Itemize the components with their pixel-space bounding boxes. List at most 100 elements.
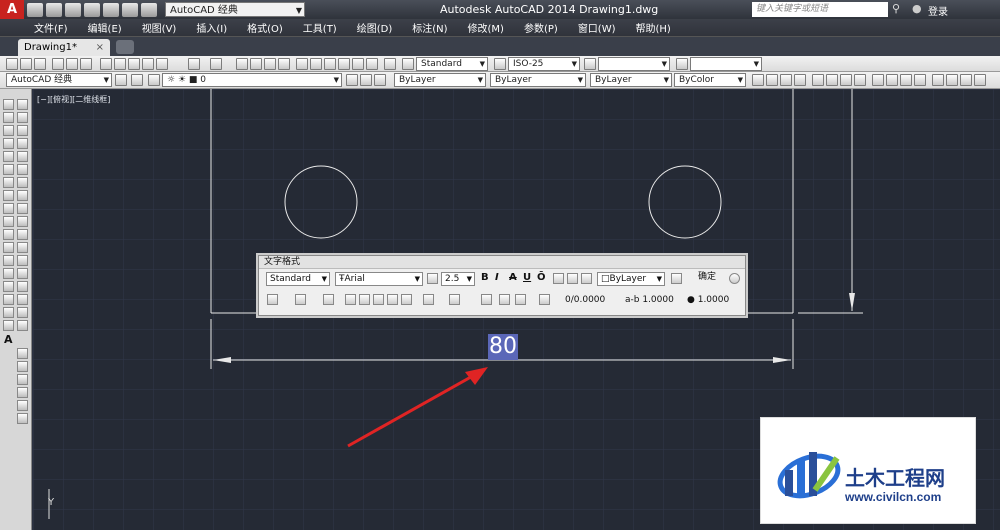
menu-window[interactable]: 窗口(W)	[578, 20, 616, 35]
stretch-icon[interactable]	[17, 203, 28, 214]
center-mark-icon[interactable]	[946, 74, 958, 86]
join-icon[interactable]	[17, 268, 28, 279]
dimension-text-editing[interactable]: 80	[488, 334, 518, 360]
menu-dimension[interactable]: 标注(N)	[412, 20, 447, 35]
rectangle-icon[interactable]	[3, 151, 14, 162]
layer-manager-icon[interactable]	[148, 74, 160, 86]
distribute-icon[interactable]	[401, 294, 412, 305]
hatch-icon[interactable]	[3, 281, 14, 292]
ok-button[interactable]: 确定	[693, 271, 721, 284]
markup-icon[interactable]	[352, 58, 364, 70]
strikethrough-button[interactable]: A	[509, 272, 517, 283]
undo-icon[interactable]	[122, 2, 138, 17]
zoom-window-icon[interactable]	[264, 58, 276, 70]
mirror-icon[interactable]	[17, 125, 28, 136]
draworder-under-icon[interactable]	[17, 400, 28, 411]
mleader-style-select[interactable]: ▼	[690, 57, 762, 71]
symbol-icon[interactable]	[539, 294, 550, 305]
width-factor-field[interactable]: ● 1.0000	[687, 294, 729, 307]
quickcalc-icon[interactable]	[366, 58, 378, 70]
tolerance-icon[interactable]	[932, 74, 944, 86]
undo-text-icon[interactable]	[553, 273, 564, 284]
ruler-icon[interactable]	[671, 273, 682, 284]
align-right-icon[interactable]	[373, 294, 384, 305]
dim-space-icon[interactable]	[914, 74, 926, 86]
workspace-menu-icon[interactable]	[131, 74, 143, 86]
save-as-icon[interactable]	[84, 2, 100, 17]
menu-edit[interactable]: 编辑(E)	[88, 20, 122, 35]
dim-radius-icon[interactable]	[812, 74, 824, 86]
region-icon[interactable]	[3, 307, 14, 318]
italic-button[interactable]: I	[495, 272, 499, 283]
move-icon[interactable]	[17, 164, 28, 175]
new-file-icon[interactable]	[27, 2, 43, 17]
table-style-icon[interactable]	[584, 58, 596, 70]
dim-continue-icon[interactable]	[900, 74, 912, 86]
uppercase-icon[interactable]	[499, 294, 510, 305]
print-icon[interactable]	[103, 2, 119, 17]
viewport-label[interactable]: [−][俯视][二维线框]	[37, 94, 110, 105]
columns-icon[interactable]	[267, 294, 278, 305]
save-icon[interactable]	[34, 58, 46, 70]
tracking-field[interactable]: a-b 1.0000	[625, 294, 674, 307]
tab-drawing1[interactable]: Drawing1* ×	[18, 39, 110, 56]
user-icon[interactable]: ●	[912, 2, 926, 16]
annotative-icon[interactable]	[427, 273, 438, 284]
dim-arc-icon[interactable]	[780, 74, 792, 86]
mleader-style-icon[interactable]	[676, 58, 688, 70]
zoom-realtime-icon[interactable]	[250, 58, 262, 70]
zoom-previous-icon[interactable]	[278, 58, 290, 70]
layer-previous-icon[interactable]	[360, 74, 372, 86]
inspection-icon[interactable]	[960, 74, 972, 86]
explode-icon[interactable]	[17, 320, 28, 331]
open-icon[interactable]	[20, 58, 32, 70]
circle-icon[interactable]	[3, 177, 14, 188]
underline-button[interactable]: U	[523, 272, 531, 283]
break-icon[interactable]	[17, 255, 28, 266]
search-input[interactable]: 键入关键字或短语	[752, 2, 888, 17]
redo-text-icon[interactable]	[567, 273, 578, 284]
matchprop-icon[interactable]	[142, 58, 154, 70]
rotate-icon[interactable]	[17, 177, 28, 188]
save-icon[interactable]	[65, 2, 81, 17]
preview-icon[interactable]	[66, 58, 78, 70]
redo-icon[interactable]	[210, 58, 222, 70]
menu-format[interactable]: 格式(O)	[247, 20, 283, 35]
erase-icon[interactable]	[17, 99, 28, 110]
trim-icon[interactable]	[17, 216, 28, 227]
publish-icon[interactable]	[80, 58, 92, 70]
offset-icon[interactable]	[17, 138, 28, 149]
construction-line-icon[interactable]	[3, 112, 14, 123]
point-icon[interactable]	[3, 268, 14, 279]
dim-style-select[interactable]: ISO-25 ▼	[508, 57, 580, 71]
menu-tools[interactable]: 工具(T)	[303, 20, 337, 35]
paragraph-icon[interactable]	[323, 294, 334, 305]
text-style-select[interactable]: Standard ▼	[416, 57, 488, 71]
options-icon[interactable]	[729, 273, 740, 284]
menu-parametric[interactable]: 参数(P)	[524, 20, 558, 35]
draworder-above-icon[interactable]	[17, 387, 28, 398]
bold-button[interactable]: B	[481, 272, 489, 283]
revcloud-icon[interactable]	[3, 190, 14, 201]
text-color-combo[interactable]: □ByLayer ▼	[597, 272, 665, 286]
draworder-icon[interactable]	[17, 348, 28, 359]
table-icon[interactable]	[3, 320, 14, 331]
new-tab-button[interactable]	[116, 40, 134, 54]
workspace-settings-icon[interactable]	[115, 74, 127, 86]
make-current-layer-icon[interactable]	[346, 74, 358, 86]
properties-icon[interactable]	[296, 58, 308, 70]
lowercase-icon[interactable]	[515, 294, 526, 305]
polygon-icon[interactable]	[3, 138, 14, 149]
line-icon[interactable]	[3, 99, 14, 110]
gradient-icon[interactable]	[3, 294, 14, 305]
quick-dim-icon[interactable]	[872, 74, 884, 86]
insert-block-icon[interactable]	[3, 242, 14, 253]
lineweight-select[interactable]: ByLayer ▼	[590, 73, 672, 87]
workspace-select[interactable]: AutoCAD 经典 ▼	[6, 73, 112, 87]
block-editor-icon[interactable]	[156, 58, 168, 70]
dim-baseline-icon[interactable]	[886, 74, 898, 86]
linetype-select[interactable]: ByLayer ▼	[490, 73, 586, 87]
text-style-icon[interactable]	[402, 58, 414, 70]
ellipse-arc-icon[interactable]	[3, 229, 14, 240]
dim-style-icon[interactable]	[494, 58, 506, 70]
